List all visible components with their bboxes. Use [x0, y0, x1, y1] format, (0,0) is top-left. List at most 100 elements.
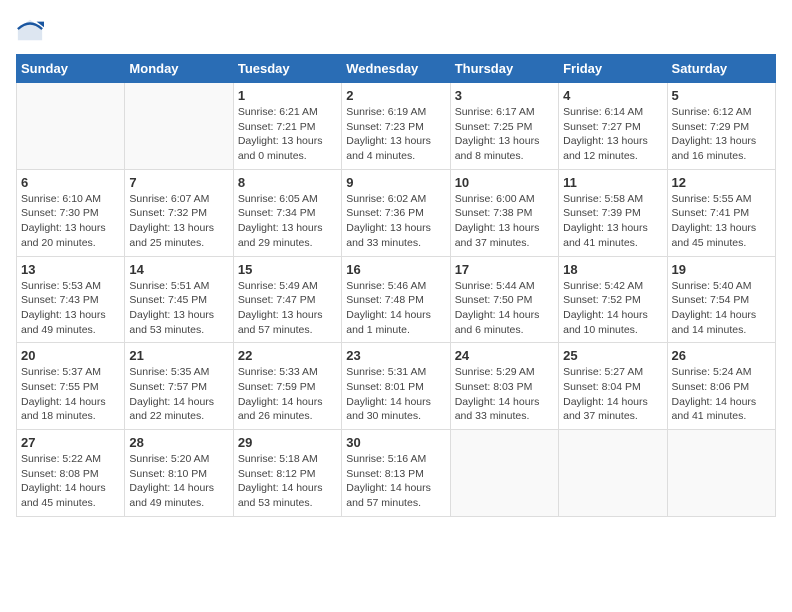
day-number: 5: [672, 88, 771, 103]
day-cell: 9 Sunrise: 6:02 AMSunset: 7:36 PMDaylight…: [342, 169, 450, 256]
day-info: Sunrise: 5:31 AMSunset: 8:01 PMDaylight:…: [346, 365, 445, 424]
header-row: SundayMondayTuesdayWednesdayThursdayFrid…: [17, 55, 776, 83]
calendar-body: 1 Sunrise: 6:21 AMSunset: 7:21 PMDaylight…: [17, 83, 776, 517]
day-info: Sunrise: 5:24 AMSunset: 8:06 PMDaylight:…: [672, 365, 771, 424]
day-info: Sunrise: 6:17 AMSunset: 7:25 PMDaylight:…: [455, 105, 554, 164]
week-row-1: 6Sunrise: 6:10 AMSunset: 7:30 PMDaylight…: [17, 169, 776, 256]
day-cell: 5 Sunrise: 6:12 AMSunset: 7:29 PMDaylight…: [667, 83, 775, 170]
day-number: 4: [563, 88, 662, 103]
day-cell: 1 Sunrise: 6:21 AMSunset: 7:21 PMDaylight…: [233, 83, 341, 170]
day-cell: [17, 83, 125, 170]
day-number: 12: [672, 175, 771, 190]
day-cell: [667, 430, 775, 517]
week-row-3: 20 Sunrise: 5:37 AMSunset: 7:55 PMDayligh…: [17, 343, 776, 430]
day-info: Sunrise: 6:00 AMSunset: 7:38 PMDaylight:…: [455, 192, 554, 251]
day-info: Sunrise: 5:44 AMSunset: 7:50 PMDaylight:…: [455, 279, 554, 338]
day-info: Sunrise: 5:40 AMSunset: 7:54 PMDaylight:…: [672, 279, 771, 338]
day-info: Sunrise: 6:07 AMSunset: 7:32 PMDaylight:…: [129, 192, 228, 251]
day-number: 27: [21, 435, 120, 450]
week-row-0: 1 Sunrise: 6:21 AMSunset: 7:21 PMDaylight…: [17, 83, 776, 170]
day-number: 20: [21, 348, 120, 363]
day-info: Sunrise: 5:20 AMSunset: 8:10 PMDaylight:…: [129, 452, 228, 511]
day-info: Sunrise: 6:05 AMSunset: 7:34 PMDaylight:…: [238, 192, 337, 251]
day-cell: [125, 83, 233, 170]
header-cell-monday: Monday: [125, 55, 233, 83]
day-cell: 18 Sunrise: 5:42 AMSunset: 7:52 PMDayligh…: [559, 256, 667, 343]
day-cell: 23 Sunrise: 5:31 AMSunset: 8:01 PMDayligh…: [342, 343, 450, 430]
day-cell: [450, 430, 558, 517]
day-info: Sunrise: 5:55 AMSunset: 7:41 PMDaylight:…: [672, 192, 771, 251]
day-info: Sunrise: 5:53 AMSunset: 7:43 PMDaylight:…: [21, 279, 120, 338]
day-number: 9: [346, 175, 445, 190]
header-cell-tuesday: Tuesday: [233, 55, 341, 83]
day-info: Sunrise: 6:21 AMSunset: 7:21 PMDaylight:…: [238, 105, 337, 164]
day-number: 29: [238, 435, 337, 450]
day-cell: 3 Sunrise: 6:17 AMSunset: 7:25 PMDaylight…: [450, 83, 558, 170]
day-number: 18: [563, 262, 662, 277]
day-info: Sunrise: 5:46 AMSunset: 7:48 PMDaylight:…: [346, 279, 445, 338]
header-cell-wednesday: Wednesday: [342, 55, 450, 83]
day-number: 26: [672, 348, 771, 363]
day-number: 8: [238, 175, 337, 190]
day-info: Sunrise: 5:35 AMSunset: 7:57 PMDaylight:…: [129, 365, 228, 424]
day-info: Sunrise: 5:42 AMSunset: 7:52 PMDaylight:…: [563, 279, 662, 338]
day-cell: 12 Sunrise: 5:55 AMSunset: 7:41 PMDayligh…: [667, 169, 775, 256]
day-number: 16: [346, 262, 445, 277]
day-info: Sunrise: 5:18 AMSunset: 8:12 PMDaylight:…: [238, 452, 337, 511]
header-cell-sunday: Sunday: [17, 55, 125, 83]
day-cell: 11Sunrise: 5:58 AMSunset: 7:39 PMDayligh…: [559, 169, 667, 256]
day-number: 21: [129, 348, 228, 363]
day-number: 13: [21, 262, 120, 277]
day-number: 2: [346, 88, 445, 103]
day-cell: 28 Sunrise: 5:20 AMSunset: 8:10 PMDayligh…: [125, 430, 233, 517]
day-cell: 10 Sunrise: 6:00 AMSunset: 7:38 PMDayligh…: [450, 169, 558, 256]
day-cell: 25 Sunrise: 5:27 AMSunset: 8:04 PMDayligh…: [559, 343, 667, 430]
day-cell: 29 Sunrise: 5:18 AMSunset: 8:12 PMDayligh…: [233, 430, 341, 517]
day-number: 23: [346, 348, 445, 363]
day-number: 6: [21, 175, 120, 190]
day-info: Sunrise: 6:12 AMSunset: 7:29 PMDaylight:…: [672, 105, 771, 164]
week-row-4: 27 Sunrise: 5:22 AMSunset: 8:08 PMDayligh…: [17, 430, 776, 517]
day-number: 28: [129, 435, 228, 450]
day-cell: 7 Sunrise: 6:07 AMSunset: 7:32 PMDaylight…: [125, 169, 233, 256]
day-cell: 24 Sunrise: 5:29 AMSunset: 8:03 PMDayligh…: [450, 343, 558, 430]
day-cell: 22Sunrise: 5:33 AMSunset: 7:59 PMDayligh…: [233, 343, 341, 430]
day-info: Sunrise: 6:02 AMSunset: 7:36 PMDaylight:…: [346, 192, 445, 251]
day-info: Sunrise: 5:22 AMSunset: 8:08 PMDaylight:…: [21, 452, 120, 511]
calendar-header: SundayMondayTuesdayWednesdayThursdayFrid…: [17, 55, 776, 83]
day-info: Sunrise: 5:49 AMSunset: 7:47 PMDaylight:…: [238, 279, 337, 338]
day-number: 7: [129, 175, 228, 190]
day-cell: 20 Sunrise: 5:37 AMSunset: 7:55 PMDayligh…: [17, 343, 125, 430]
day-cell: 17 Sunrise: 5:44 AMSunset: 7:50 PMDayligh…: [450, 256, 558, 343]
header-cell-friday: Friday: [559, 55, 667, 83]
header: [16, 16, 776, 44]
day-number: 10: [455, 175, 554, 190]
day-cell: [559, 430, 667, 517]
day-info: Sunrise: 5:51 AMSunset: 7:45 PMDaylight:…: [129, 279, 228, 338]
day-number: 3: [455, 88, 554, 103]
day-info: Sunrise: 5:27 AMSunset: 8:04 PMDaylight:…: [563, 365, 662, 424]
day-cell: 8 Sunrise: 6:05 AMSunset: 7:34 PMDaylight…: [233, 169, 341, 256]
calendar-table: SundayMondayTuesdayWednesdayThursdayFrid…: [16, 54, 776, 517]
day-info: Sunrise: 5:37 AMSunset: 7:55 PMDaylight:…: [21, 365, 120, 424]
day-cell: 16 Sunrise: 5:46 AMSunset: 7:48 PMDayligh…: [342, 256, 450, 343]
day-cell: 15 Sunrise: 5:49 AMSunset: 7:47 PMDayligh…: [233, 256, 341, 343]
day-cell: 26 Sunrise: 5:24 AMSunset: 8:06 PMDayligh…: [667, 343, 775, 430]
day-cell: 6Sunrise: 6:10 AMSunset: 7:30 PMDaylight…: [17, 169, 125, 256]
day-cell: 4Sunrise: 6:14 AMSunset: 7:27 PMDaylight…: [559, 83, 667, 170]
day-cell: 30 Sunrise: 5:16 AMSunset: 8:13 PMDayligh…: [342, 430, 450, 517]
day-number: 1: [238, 88, 337, 103]
day-number: 25: [563, 348, 662, 363]
day-number: 30: [346, 435, 445, 450]
day-number: 24: [455, 348, 554, 363]
day-number: 17: [455, 262, 554, 277]
day-info: Sunrise: 5:16 AMSunset: 8:13 PMDaylight:…: [346, 452, 445, 511]
day-number: 15: [238, 262, 337, 277]
day-cell: 19Sunrise: 5:40 AMSunset: 7:54 PMDayligh…: [667, 256, 775, 343]
day-info: Sunrise: 5:33 AMSunset: 7:59 PMDaylight:…: [238, 365, 337, 424]
day-info: Sunrise: 5:58 AMSunset: 7:39 PMDaylight:…: [563, 192, 662, 251]
day-cell: 27 Sunrise: 5:22 AMSunset: 8:08 PMDayligh…: [17, 430, 125, 517]
day-info: Sunrise: 5:29 AMSunset: 8:03 PMDaylight:…: [455, 365, 554, 424]
logo-icon: [16, 16, 44, 44]
day-cell: 21 Sunrise: 5:35 AMSunset: 7:57 PMDayligh…: [125, 343, 233, 430]
